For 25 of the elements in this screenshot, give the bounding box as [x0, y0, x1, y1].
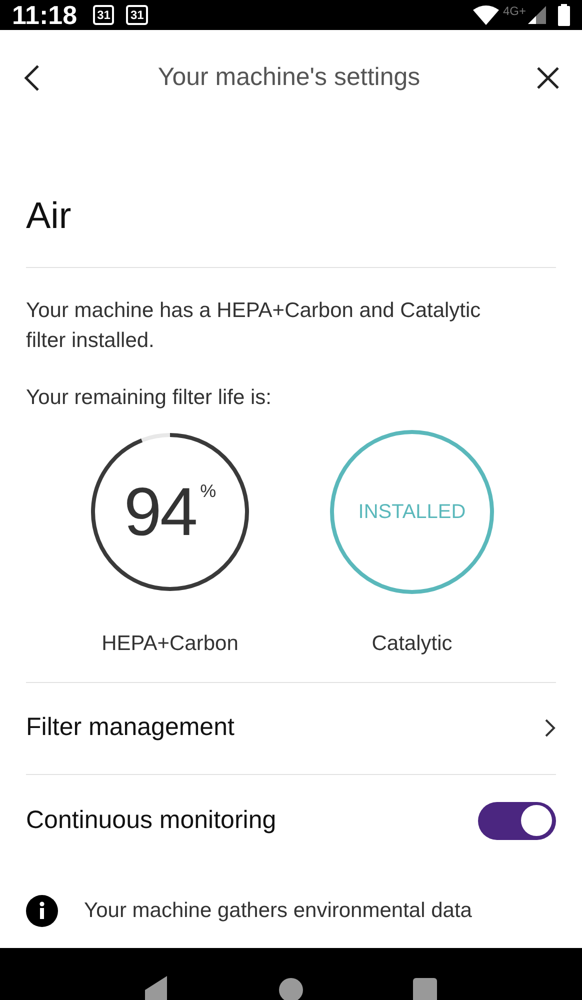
network-label: 4G+ [502, 3, 526, 20]
wifi-icon [472, 5, 499, 25]
info-text: Your machine gathers environmental data [84, 898, 472, 924]
installed-ring: INSTALLED [330, 430, 494, 594]
chevron-right-icon [544, 718, 556, 738]
section-title: Air [26, 194, 72, 238]
battery-icon [558, 4, 570, 26]
back-nav-icon[interactable] [145, 976, 169, 1000]
info-icon [26, 894, 58, 926]
toggle-label: Continuous monitoring [26, 804, 276, 836]
filter-name: Catalytic [372, 631, 452, 657]
filter-name: HEPA+Carbon [102, 631, 238, 657]
clock: 11:18 [12, 0, 78, 32]
calendar-notification-icon: 31 [93, 5, 114, 25]
filter-life-label: Your remaining filter life is: [26, 385, 272, 411]
page-title: Your machine's settings [158, 62, 420, 93]
menu-link[interactable]: Filter management [26, 709, 234, 747]
close-icon [536, 66, 560, 90]
filter-description: Your machine has a HEPA+Carbon and Catalytic filter installed. [26, 298, 482, 354]
filter-percent: 94 [124, 478, 196, 546]
signal-icon [528, 6, 546, 24]
toggle-switch[interactable] [478, 802, 556, 840]
home-nav-icon[interactable] [279, 978, 303, 1000]
percent-sign: % [200, 480, 216, 503]
calendar-notification-icon: 31 [126, 5, 148, 25]
